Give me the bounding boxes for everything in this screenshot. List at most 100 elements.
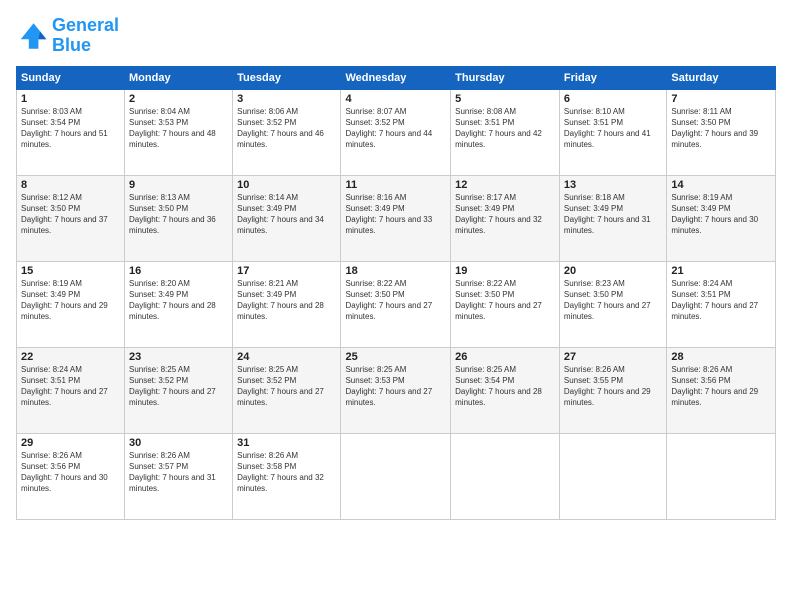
column-header-thursday: Thursday	[451, 66, 560, 89]
day-info: Sunrise: 8:06 AMSunset: 3:52 PMDaylight:…	[237, 106, 336, 151]
day-number: 12	[455, 179, 555, 191]
day-info: Sunrise: 8:07 AMSunset: 3:52 PMDaylight:…	[345, 106, 446, 151]
day-number: 22	[21, 351, 120, 363]
day-info: Sunrise: 8:13 AMSunset: 3:50 PMDaylight:…	[129, 192, 228, 237]
logo-line1: General	[52, 15, 119, 35]
calendar-cell: 10Sunrise: 8:14 AMSunset: 3:49 PMDayligh…	[233, 175, 341, 261]
calendar-cell: 5Sunrise: 8:08 AMSunset: 3:51 PMDaylight…	[451, 89, 560, 175]
calendar-cell: 27Sunrise: 8:26 AMSunset: 3:55 PMDayligh…	[559, 347, 666, 433]
calendar-cell	[667, 433, 776, 519]
day-info: Sunrise: 8:08 AMSunset: 3:51 PMDaylight:…	[455, 106, 555, 151]
column-header-monday: Monday	[125, 66, 233, 89]
calendar-cell	[451, 433, 560, 519]
day-number: 2	[129, 93, 228, 105]
day-info: Sunrise: 8:26 AMSunset: 3:55 PMDaylight:…	[564, 364, 662, 409]
calendar-cell: 22Sunrise: 8:24 AMSunset: 3:51 PMDayligh…	[17, 347, 125, 433]
day-info: Sunrise: 8:11 AMSunset: 3:50 PMDaylight:…	[671, 106, 771, 151]
day-number: 26	[455, 351, 555, 363]
day-number: 16	[129, 265, 228, 277]
day-info: Sunrise: 8:12 AMSunset: 3:50 PMDaylight:…	[21, 192, 120, 237]
day-number: 15	[21, 265, 120, 277]
calendar-week-3: 15Sunrise: 8:19 AMSunset: 3:49 PMDayligh…	[17, 261, 776, 347]
calendar-cell: 25Sunrise: 8:25 AMSunset: 3:53 PMDayligh…	[341, 347, 451, 433]
day-number: 23	[129, 351, 228, 363]
column-header-wednesday: Wednesday	[341, 66, 451, 89]
day-number: 5	[455, 93, 555, 105]
day-info: Sunrise: 8:17 AMSunset: 3:49 PMDaylight:…	[455, 192, 555, 237]
day-info: Sunrise: 8:14 AMSunset: 3:49 PMDaylight:…	[237, 192, 336, 237]
day-number: 4	[345, 93, 446, 105]
header: General Blue	[16, 16, 776, 56]
day-number: 1	[21, 93, 120, 105]
calendar-cell	[341, 433, 451, 519]
calendar-cell: 6Sunrise: 8:10 AMSunset: 3:51 PMDaylight…	[559, 89, 666, 175]
calendar-cell: 17Sunrise: 8:21 AMSunset: 3:49 PMDayligh…	[233, 261, 341, 347]
day-info: Sunrise: 8:03 AMSunset: 3:54 PMDaylight:…	[21, 106, 120, 151]
day-number: 13	[564, 179, 662, 191]
day-info: Sunrise: 8:25 AMSunset: 3:54 PMDaylight:…	[455, 364, 555, 409]
day-number: 27	[564, 351, 662, 363]
column-header-saturday: Saturday	[667, 66, 776, 89]
calendar-cell: 19Sunrise: 8:22 AMSunset: 3:50 PMDayligh…	[451, 261, 560, 347]
day-number: 11	[345, 179, 446, 191]
calendar-cell: 4Sunrise: 8:07 AMSunset: 3:52 PMDaylight…	[341, 89, 451, 175]
day-info: Sunrise: 8:23 AMSunset: 3:50 PMDaylight:…	[564, 278, 662, 323]
calendar-week-1: 1Sunrise: 8:03 AMSunset: 3:54 PMDaylight…	[17, 89, 776, 175]
day-info: Sunrise: 8:19 AMSunset: 3:49 PMDaylight:…	[21, 278, 120, 323]
day-info: Sunrise: 8:24 AMSunset: 3:51 PMDaylight:…	[671, 278, 771, 323]
day-info: Sunrise: 8:10 AMSunset: 3:51 PMDaylight:…	[564, 106, 662, 151]
day-number: 8	[21, 179, 120, 191]
calendar-cell: 11Sunrise: 8:16 AMSunset: 3:49 PMDayligh…	[341, 175, 451, 261]
calendar-cell: 7Sunrise: 8:11 AMSunset: 3:50 PMDaylight…	[667, 89, 776, 175]
day-number: 14	[671, 179, 771, 191]
day-number: 31	[237, 437, 336, 449]
day-number: 24	[237, 351, 336, 363]
day-info: Sunrise: 8:25 AMSunset: 3:52 PMDaylight:…	[237, 364, 336, 409]
calendar-cell: 2Sunrise: 8:04 AMSunset: 3:53 PMDaylight…	[125, 89, 233, 175]
day-info: Sunrise: 8:20 AMSunset: 3:49 PMDaylight:…	[129, 278, 228, 323]
day-number: 18	[345, 265, 446, 277]
calendar-cell: 28Sunrise: 8:26 AMSunset: 3:56 PMDayligh…	[667, 347, 776, 433]
day-info: Sunrise: 8:25 AMSunset: 3:52 PMDaylight:…	[129, 364, 228, 409]
day-info: Sunrise: 8:26 AMSunset: 3:56 PMDaylight:…	[21, 450, 120, 495]
calendar-cell: 13Sunrise: 8:18 AMSunset: 3:49 PMDayligh…	[559, 175, 666, 261]
calendar-week-4: 22Sunrise: 8:24 AMSunset: 3:51 PMDayligh…	[17, 347, 776, 433]
day-info: Sunrise: 8:22 AMSunset: 3:50 PMDaylight:…	[455, 278, 555, 323]
day-number: 25	[345, 351, 446, 363]
day-number: 30	[129, 437, 228, 449]
day-info: Sunrise: 8:22 AMSunset: 3:50 PMDaylight:…	[345, 278, 446, 323]
calendar-cell: 31Sunrise: 8:26 AMSunset: 3:58 PMDayligh…	[233, 433, 341, 519]
day-info: Sunrise: 8:26 AMSunset: 3:58 PMDaylight:…	[237, 450, 336, 495]
day-number: 20	[564, 265, 662, 277]
day-number: 28	[671, 351, 771, 363]
calendar-cell: 8Sunrise: 8:12 AMSunset: 3:50 PMDaylight…	[17, 175, 125, 261]
column-header-friday: Friday	[559, 66, 666, 89]
calendar-cell: 9Sunrise: 8:13 AMSunset: 3:50 PMDaylight…	[125, 175, 233, 261]
calendar-cell: 3Sunrise: 8:06 AMSunset: 3:52 PMDaylight…	[233, 89, 341, 175]
day-number: 3	[237, 93, 336, 105]
calendar-cell: 20Sunrise: 8:23 AMSunset: 3:50 PMDayligh…	[559, 261, 666, 347]
calendar-cell: 26Sunrise: 8:25 AMSunset: 3:54 PMDayligh…	[451, 347, 560, 433]
logo-line2: Blue	[52, 35, 91, 55]
day-info: Sunrise: 8:26 AMSunset: 3:56 PMDaylight:…	[671, 364, 771, 409]
day-number: 9	[129, 179, 228, 191]
calendar-cell	[559, 433, 666, 519]
calendar-cell: 18Sunrise: 8:22 AMSunset: 3:50 PMDayligh…	[341, 261, 451, 347]
logo-text: General Blue	[52, 16, 119, 56]
column-header-sunday: Sunday	[17, 66, 125, 89]
day-number: 10	[237, 179, 336, 191]
calendar-cell: 14Sunrise: 8:19 AMSunset: 3:49 PMDayligh…	[667, 175, 776, 261]
day-info: Sunrise: 8:26 AMSunset: 3:57 PMDaylight:…	[129, 450, 228, 495]
logo-icon	[16, 20, 48, 52]
calendar-week-5: 29Sunrise: 8:26 AMSunset: 3:56 PMDayligh…	[17, 433, 776, 519]
calendar-header-row: SundayMondayTuesdayWednesdayThursdayFrid…	[17, 66, 776, 89]
calendar-week-2: 8Sunrise: 8:12 AMSunset: 3:50 PMDaylight…	[17, 175, 776, 261]
day-info: Sunrise: 8:25 AMSunset: 3:53 PMDaylight:…	[345, 364, 446, 409]
day-info: Sunrise: 8:16 AMSunset: 3:49 PMDaylight:…	[345, 192, 446, 237]
day-number: 7	[671, 93, 771, 105]
calendar-cell: 30Sunrise: 8:26 AMSunset: 3:57 PMDayligh…	[125, 433, 233, 519]
calendar-cell: 15Sunrise: 8:19 AMSunset: 3:49 PMDayligh…	[17, 261, 125, 347]
calendar-cell: 24Sunrise: 8:25 AMSunset: 3:52 PMDayligh…	[233, 347, 341, 433]
day-number: 19	[455, 265, 555, 277]
calendar-cell: 12Sunrise: 8:17 AMSunset: 3:49 PMDayligh…	[451, 175, 560, 261]
